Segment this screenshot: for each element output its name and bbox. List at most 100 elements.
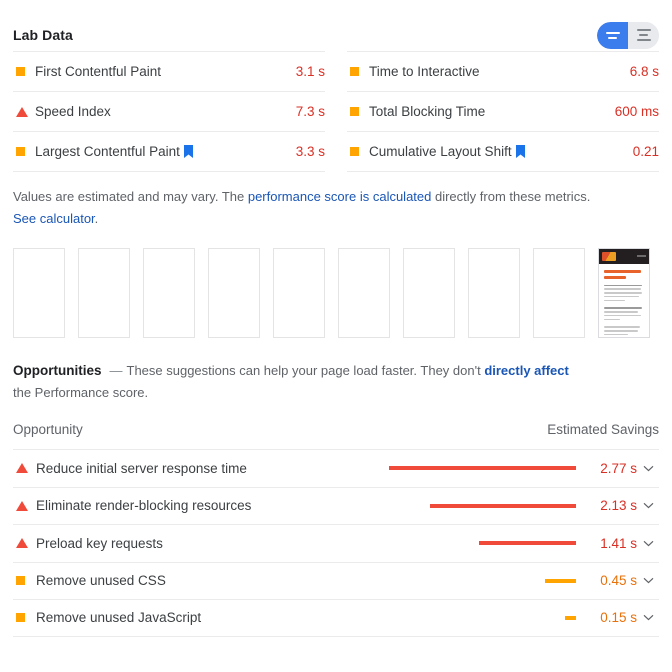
savings-bar <box>565 615 576 620</box>
opportunity-value: 0.45 s <box>600 573 637 589</box>
lab-data-header: Lab Data <box>0 0 672 52</box>
opportunity-value: 0.15 s <box>600 610 637 626</box>
core-web-vital-flag-icon <box>515 145 525 158</box>
opportunity-label: Remove unused JavaScript <box>36 610 202 626</box>
disclaimer-text-part1: Values are estimated and may vary. The <box>13 189 248 204</box>
opportunities-table: Opportunity Estimated Savings Reduce ini… <box>0 422 672 637</box>
metric-label-text: Cumulative Layout Shift <box>369 144 512 159</box>
compact-view-toggle-button[interactable] <box>597 21 628 49</box>
savings-bar-track <box>389 578 585 583</box>
filmstrip-frame[interactable] <box>13 248 65 338</box>
opportunity-label: Eliminate render-blocking resources <box>36 498 252 514</box>
opportunities-dash: — <box>109 363 123 378</box>
metric-label-text: Largest Contentful Paint <box>35 144 180 159</box>
metric-label: Total Blocking Time <box>369 104 615 119</box>
savings-bar-track <box>389 503 585 508</box>
metric-status-icon-square <box>347 147 369 156</box>
metric-status-icon-square <box>13 147 35 156</box>
table-row[interactable]: Preload key requests 1.41 s <box>13 524 659 562</box>
savings-bar <box>430 503 576 508</box>
column-header-estimated-savings: Estimated Savings <box>547 422 659 437</box>
savings-bar <box>545 578 576 583</box>
see-calculator-link[interactable]: See calculator <box>13 211 95 226</box>
metric-row[interactable]: First Contentful Paint 3.1 s <box>13 51 325 92</box>
opportunities-heading: Opportunities <box>13 363 102 378</box>
opportunity-status-icon-triangle <box>13 463 36 474</box>
view-toggle-group[interactable] <box>597 21 659 49</box>
metric-value: 3.1 s <box>295 64 325 79</box>
opportunities-desc-part2: the Performance score. <box>13 385 149 400</box>
opportunities-column-headers: Opportunity Estimated Savings <box>13 422 659 449</box>
metric-row[interactable]: Cumulative Layout Shift 0.21 <box>347 131 659 172</box>
opportunity-value: 2.13 s <box>600 498 637 514</box>
disclaimer-text-part3: . <box>94 211 99 226</box>
opportunity-label: Preload key requests <box>36 535 163 551</box>
metric-label-text: First Contentful Paint <box>35 64 162 79</box>
metric-label: Time to Interactive <box>369 64 630 79</box>
opportunity-label: Reduce initial server response time <box>36 460 247 476</box>
screenshot-filmstrip <box>0 230 672 338</box>
expanded-view-toggle-button[interactable] <box>628 21 659 49</box>
chevron-down-icon[interactable] <box>637 614 659 621</box>
filmstrip-frame[interactable] <box>338 248 390 338</box>
opportunity-value: 2.77 s <box>600 460 637 476</box>
metric-status-icon-triangle <box>13 106 35 117</box>
metric-row[interactable]: Largest Contentful Paint 3.3 s <box>13 131 325 172</box>
metric-row[interactable]: Total Blocking Time 600 ms <box>347 91 659 132</box>
savings-bar-track <box>389 541 585 546</box>
filmstrip-frame[interactable] <box>533 248 585 338</box>
opportunity-status-icon-square <box>13 576 36 586</box>
chevron-down-icon[interactable] <box>637 465 659 472</box>
filmstrip-frame[interactable] <box>208 248 260 338</box>
compact-view-icon <box>605 31 620 39</box>
metric-value: 3.3 s <box>295 144 325 159</box>
metric-status-icon-square <box>347 67 369 76</box>
opportunity-value: 1.41 s <box>600 535 637 551</box>
metric-label-text: Speed Index <box>35 104 111 119</box>
savings-bar <box>479 541 576 546</box>
metric-label: Cumulative Layout Shift <box>369 144 633 159</box>
metric-value: 0.21 <box>632 144 659 159</box>
chevron-down-icon[interactable] <box>637 577 659 584</box>
table-row[interactable]: Remove unused CSS 0.45 s <box>13 561 659 600</box>
metric-value: 7.3 s <box>295 104 325 119</box>
savings-bar <box>389 466 576 471</box>
chevron-down-icon[interactable] <box>637 540 659 547</box>
metric-label: First Contentful Paint <box>35 64 296 79</box>
metrics-grid: First Contentful Paint 3.1 s Time to Int… <box>0 51 672 172</box>
core-web-vital-flag-icon <box>183 145 193 158</box>
metric-row[interactable]: Time to Interactive 6.8 s <box>347 51 659 92</box>
opportunity-status-icon-triangle <box>13 500 36 511</box>
filmstrip-frame[interactable] <box>273 248 325 338</box>
opportunities-description: Opportunities — These suggestions can help… <box>0 338 600 404</box>
opportunities-desc-part1: These suggestions can help your page loa… <box>126 363 485 378</box>
filmstrip-frame[interactable] <box>143 248 195 338</box>
metric-row[interactable]: Speed Index 7.3 s <box>13 91 325 132</box>
performance-score-link[interactable]: performance score is calculated <box>248 189 432 204</box>
metric-status-icon-square <box>347 107 369 116</box>
column-header-opportunity: Opportunity <box>13 422 83 437</box>
metric-status-icon-square <box>13 67 35 76</box>
metric-value: 600 ms <box>614 104 659 119</box>
opportunity-status-icon-square <box>13 613 36 623</box>
metric-label: Speed Index <box>35 104 296 119</box>
metrics-disclaimer: Values are estimated and may vary. The p… <box>0 172 620 230</box>
table-row[interactable]: Remove unused JavaScript 0.15 s <box>13 599 659 637</box>
table-row[interactable]: Reduce initial server response time 2.77… <box>13 449 659 487</box>
savings-bar-track <box>389 466 585 471</box>
opportunity-status-icon-triangle <box>13 538 36 549</box>
disclaimer-text-part2: directly from these metrics. <box>431 189 591 204</box>
page-title: Lab Data <box>13 27 73 43</box>
filmstrip-frame[interactable] <box>468 248 520 338</box>
filmstrip-frame[interactable] <box>403 248 455 338</box>
metric-label: Largest Contentful Paint <box>35 144 296 159</box>
metric-label-text: Time to Interactive <box>369 64 480 79</box>
filmstrip-frame-final[interactable] <box>598 248 650 338</box>
filmstrip-frame[interactable] <box>78 248 130 338</box>
chevron-down-icon[interactable] <box>637 502 659 509</box>
directly-affect-link[interactable]: directly affect <box>484 363 569 378</box>
metric-label-text: Total Blocking Time <box>369 104 486 119</box>
opportunity-label: Remove unused CSS <box>36 573 166 589</box>
metric-value: 6.8 s <box>629 64 659 79</box>
table-row[interactable]: Eliminate render-blocking resources 2.13… <box>13 486 659 525</box>
